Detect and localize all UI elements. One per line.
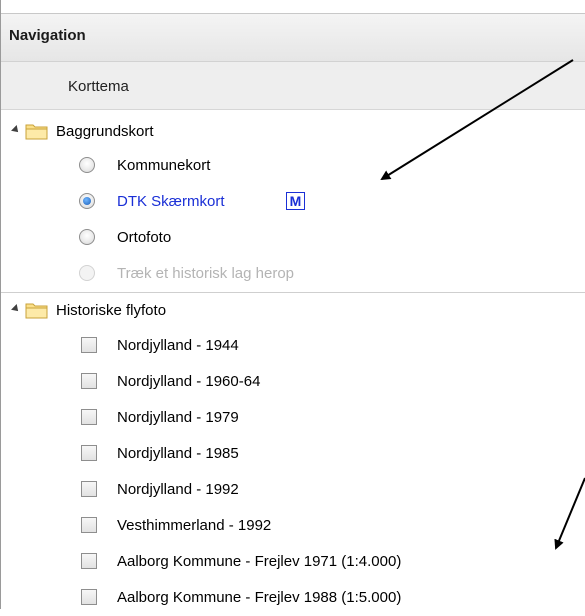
annotation-arrows — [380, 59, 585, 550]
arrow-icon — [554, 477, 585, 550]
arrow-icon — [380, 59, 574, 181]
navigation-panel: Navigation Korttema Baggrundskort Kommun… — [0, 0, 585, 609]
